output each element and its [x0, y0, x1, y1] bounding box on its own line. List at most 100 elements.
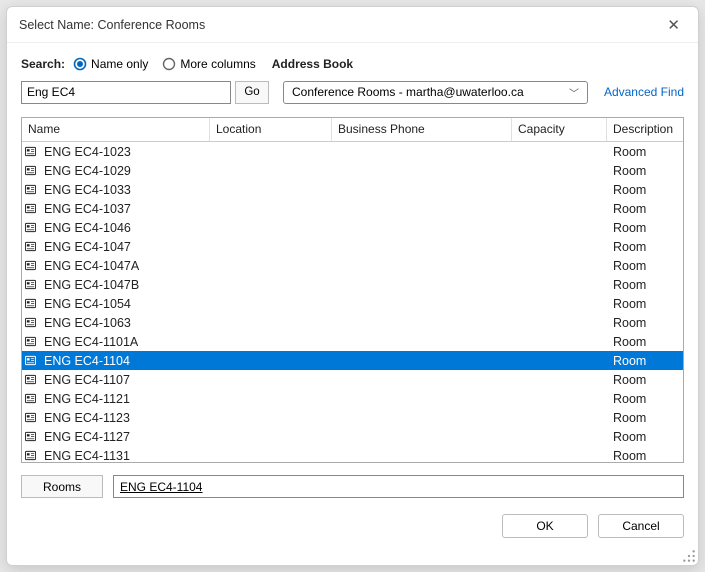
cell-name: ENG EC4-1047B	[38, 278, 210, 292]
search-label: Search:	[21, 57, 65, 71]
list-row[interactable]: ENG EC4-1063 Room	[22, 313, 683, 332]
list-row[interactable]: ENG EC4-1104 Room	[22, 351, 683, 370]
list-row[interactable]: ENG EC4-1123 Room	[22, 408, 683, 427]
cell-name: ENG EC4-1127	[38, 430, 210, 444]
cell-name: ENG EC4-1046	[38, 221, 210, 235]
advanced-find-link[interactable]: Advanced Find	[604, 85, 684, 99]
col-header-description[interactable]: Description	[607, 118, 683, 141]
cell-description: Room	[607, 297, 683, 311]
list-row[interactable]: ENG EC4-1107Room	[22, 370, 683, 389]
list-row[interactable]: ENG EC4-1054 Room	[22, 294, 683, 313]
chevron-down-icon: ﹀	[569, 85, 579, 100]
list-row[interactable]: ENG EC4-1047A Room	[22, 256, 683, 275]
go-button[interactable]: Go	[235, 81, 269, 104]
address-card-icon	[22, 336, 38, 347]
cell-name: ENG EC4-1121	[38, 392, 210, 406]
address-card-icon	[22, 431, 38, 442]
list-row[interactable]: ENG EC4-1047 Room	[22, 237, 683, 256]
radio-more-columns[interactable]: More columns	[162, 57, 255, 71]
list-row[interactable]: ENG EC4-1046 Room	[22, 218, 683, 237]
address-card-icon	[22, 184, 38, 195]
address-card-icon	[22, 203, 38, 214]
cell-name: ENG EC4-1101A	[38, 335, 210, 349]
cell-name: ENG EC4-1107	[38, 373, 210, 387]
cell-description: Room	[607, 145, 683, 159]
address-card-icon	[22, 393, 38, 404]
close-button[interactable]: ✕	[661, 12, 686, 38]
search-input[interactable]	[21, 81, 231, 104]
cell-name: ENG EC4-1029	[38, 164, 210, 178]
action-row: OK Cancel	[21, 514, 684, 538]
col-header-location[interactable]: Location	[210, 118, 332, 141]
cell-description: Room	[607, 278, 683, 292]
cell-description: Room	[607, 392, 683, 406]
search-options-row: Search: Name only More columns Address B…	[21, 53, 684, 75]
address-card-icon	[22, 412, 38, 423]
cell-name: ENG EC4-1047	[38, 240, 210, 254]
cell-name: ENG EC4-1123	[38, 411, 210, 425]
cell-description: Room	[607, 411, 683, 425]
cell-name: ENG EC4-1104	[38, 354, 210, 368]
dialog-content: Search: Name only More columns Address B…	[7, 43, 698, 565]
address-card-icon	[22, 146, 38, 157]
cell-description: Room	[607, 354, 683, 368]
cell-description: Room	[607, 430, 683, 444]
selection-row: Rooms	[21, 475, 684, 498]
cell-description: Room	[607, 240, 683, 254]
list-row[interactable]: ENG EC4-1037 Room	[22, 199, 683, 218]
rooms-button[interactable]: Rooms	[21, 475, 103, 498]
list-row[interactable]: ENG EC4-1023 Room	[22, 142, 683, 161]
radio-more-columns-label: More columns	[180, 57, 255, 71]
address-card-icon	[22, 374, 38, 385]
list-row[interactable]: ENG EC4-1047B Room	[22, 275, 683, 294]
cell-description: Room	[607, 202, 683, 216]
cell-name: ENG EC4-1131	[38, 449, 210, 463]
radio-name-only-label: Name only	[91, 57, 148, 71]
address-book-value: Conference Rooms - martha@uwaterloo.ca	[292, 85, 524, 99]
search-mode-group: Name only More columns	[73, 57, 256, 71]
results-list: Name Location Business Phone Capacity De…	[21, 117, 684, 463]
cell-description: Room	[607, 221, 683, 235]
address-book-select[interactable]: Conference Rooms - martha@uwaterloo.ca ﹀	[283, 81, 588, 104]
cell-name: ENG EC4-1033	[38, 183, 210, 197]
cell-name: ENG EC4-1023	[38, 145, 210, 159]
list-row[interactable]: ENG EC4-1127 Room	[22, 427, 683, 446]
address-card-icon	[22, 165, 38, 176]
search-row: Go Conference Rooms - martha@uwaterloo.c…	[21, 79, 684, 105]
selected-rooms-input[interactable]	[113, 475, 684, 498]
cell-description: Room	[607, 259, 683, 273]
list-row[interactable]: ENG EC4-1029 Room	[22, 161, 683, 180]
address-card-icon	[22, 222, 38, 233]
titlebar: Select Name: Conference Rooms ✕	[7, 7, 698, 43]
address-card-icon	[22, 241, 38, 252]
cell-description: Room	[607, 164, 683, 178]
dialog-title: Select Name: Conference Rooms	[19, 18, 661, 32]
address-card-icon	[22, 355, 38, 366]
radio-selected-icon	[73, 57, 87, 71]
col-header-capacity[interactable]: Capacity	[512, 118, 607, 141]
list-row[interactable]: ENG EC4-1033 Room	[22, 180, 683, 199]
list-header: Name Location Business Phone Capacity De…	[22, 118, 683, 142]
cell-description: Room	[607, 316, 683, 330]
cell-description: Room	[607, 449, 683, 463]
cell-name: ENG EC4-1063	[38, 316, 210, 330]
cell-name: ENG EC4-1054	[38, 297, 210, 311]
list-row[interactable]: ENG EC4-1131 Room	[22, 446, 683, 462]
col-header-name[interactable]: Name	[22, 118, 210, 141]
cancel-button[interactable]: Cancel	[598, 514, 684, 538]
address-card-icon	[22, 317, 38, 328]
resize-grip-icon[interactable]	[682, 549, 696, 563]
list-body[interactable]: ENG EC4-1023RoomENG EC4-1029RoomENG EC4-…	[22, 142, 683, 462]
list-row[interactable]: ENG EC4-1121 Room	[22, 389, 683, 408]
cell-description: Room	[607, 183, 683, 197]
radio-name-only[interactable]: Name only	[73, 57, 148, 71]
cell-name: ENG EC4-1047A	[38, 259, 210, 273]
list-row[interactable]: ENG EC4-1101A Room	[22, 332, 683, 351]
select-name-dialog: Select Name: Conference Rooms ✕ Search: …	[6, 6, 699, 566]
cell-name: ENG EC4-1037	[38, 202, 210, 216]
ok-button[interactable]: OK	[502, 514, 588, 538]
address-card-icon	[22, 298, 38, 309]
address-card-icon	[22, 450, 38, 461]
col-header-business-phone[interactable]: Business Phone	[332, 118, 512, 141]
cell-description: Room	[607, 335, 683, 349]
